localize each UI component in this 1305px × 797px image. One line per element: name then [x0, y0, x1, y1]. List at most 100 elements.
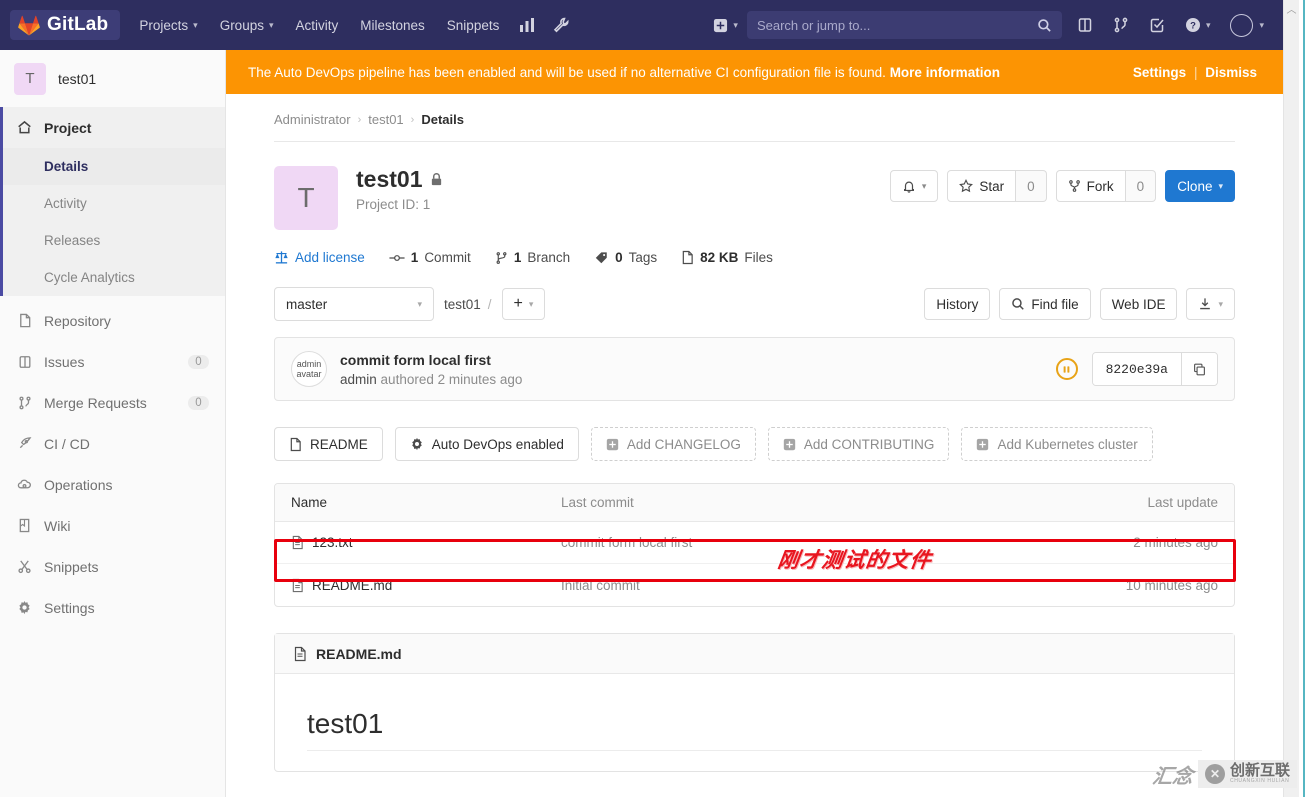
- breadcrumb-owner[interactable]: Administrator: [274, 112, 351, 127]
- table-row[interactable]: README.md Initial commit 10 minutes ago: [275, 564, 1234, 606]
- readme-filename[interactable]: README.md: [316, 646, 402, 662]
- banner-dismiss-link[interactable]: Dismiss: [1205, 65, 1257, 80]
- sidebar-item-settings[interactable]: Settings: [0, 587, 225, 628]
- gitlab-project-page: GitLab Projects ▾ Groups ▾ Activity Mile…: [0, 0, 1305, 797]
- operations-icon: [16, 477, 33, 492]
- file-name-cell: README.md: [291, 578, 561, 593]
- sidebar-item-details[interactable]: Details: [0, 148, 225, 185]
- branch-selector[interactable]: master ▾: [274, 287, 434, 321]
- tags-stat[interactable]: 0 Tags: [594, 250, 657, 265]
- file-last-commit-cell[interactable]: Initial commit: [561, 578, 1126, 593]
- sidebar-issues-label: Issues: [44, 354, 84, 370]
- sidebar-item-snippets[interactable]: Snippets: [0, 546, 225, 587]
- commit-time: authored 2 minutes ago: [381, 372, 523, 387]
- branches-stat[interactable]: 1 Branch: [495, 250, 570, 265]
- sidebar-item-activity[interactable]: Activity: [0, 185, 225, 222]
- sidebar-item-project[interactable]: Project: [0, 107, 225, 148]
- file-list-table: Name Last commit Last update 123.txt: [274, 483, 1235, 607]
- project-sidebar: T test01 Project Details Activity Releas…: [0, 50, 226, 797]
- sidebar-item-ci-cd[interactable]: CI / CD: [0, 423, 225, 464]
- banner-message: The Auto DevOps pipeline has been enable…: [248, 65, 886, 80]
- star-label: Star: [979, 179, 1004, 194]
- wrench-icon[interactable]: [544, 11, 578, 39]
- commits-label: Commit: [424, 250, 471, 265]
- merge-requests-icon[interactable]: [1104, 11, 1138, 39]
- banner-more-information-link[interactable]: More information: [890, 65, 1000, 80]
- scrollbar-up-arrow-icon[interactable]: ︿: [1284, 0, 1299, 16]
- clone-button[interactable]: Clone ▾: [1165, 170, 1235, 202]
- auto-devops-button[interactable]: Auto DevOps enabled: [395, 427, 579, 461]
- project-stats: Add license 1 Commit 1 Branch: [274, 230, 1235, 265]
- add-kubernetes-cluster-button[interactable]: Add Kubernetes cluster: [961, 427, 1152, 461]
- download-dropdown[interactable]: ▾: [1186, 288, 1235, 320]
- sidebar-item-merge-requests[interactable]: Merge Requests 0: [0, 382, 225, 423]
- nav-activity[interactable]: Activity: [285, 12, 350, 39]
- sidebar-item-repository[interactable]: Repository: [0, 300, 225, 341]
- rocket-glyph: [17, 436, 32, 451]
- history-button[interactable]: History: [924, 288, 990, 320]
- file-name-cell: 123.txt: [291, 535, 561, 550]
- new-item-dropdown[interactable]: ▾: [704, 12, 747, 39]
- gitlab-logo[interactable]: GitLab: [10, 10, 120, 40]
- add-file-dropdown[interactable]: + ▾: [502, 288, 546, 320]
- copy-icon[interactable]: [1181, 353, 1217, 385]
- table-row[interactable]: 123.txt commit form local first 2 minute…: [275, 522, 1234, 564]
- commits-stat[interactable]: 1 Commit: [389, 250, 471, 265]
- find-file-button[interactable]: Find file: [999, 288, 1090, 320]
- todos-icon[interactable]: [1140, 11, 1174, 39]
- sidebar-issues-count: 0: [188, 355, 209, 369]
- commit-title[interactable]: commit form local first: [340, 352, 522, 368]
- banner-actions: Settings | Dismiss: [1133, 65, 1257, 80]
- sidebar-operations-label: Operations: [44, 477, 112, 493]
- search-input[interactable]: [757, 18, 1037, 33]
- fork-label: Fork: [1087, 179, 1114, 194]
- commit-author[interactable]: admin: [340, 372, 377, 387]
- issues-icon: [16, 355, 33, 369]
- path-root[interactable]: test01: [444, 297, 481, 312]
- nav-projects[interactable]: Projects ▾: [128, 12, 208, 39]
- user-menu-dropdown[interactable]: ▾: [1221, 8, 1273, 43]
- star-button[interactable]: Star: [947, 170, 1016, 202]
- file-last-update-cell: 2 minutes ago: [1133, 535, 1218, 550]
- sidebar-item-operations[interactable]: Operations: [0, 464, 225, 505]
- commit-sha[interactable]: 8220e39a: [1093, 353, 1181, 385]
- readme-preview-card: README.md test01: [274, 633, 1235, 772]
- project-identity: test01 Project ID: 1: [356, 166, 890, 212]
- nav-milestones[interactable]: Milestones: [349, 12, 436, 39]
- file-last-update-cell: 10 minutes ago: [1126, 578, 1218, 593]
- project-avatar: T: [274, 166, 338, 230]
- search-box[interactable]: [747, 11, 1062, 39]
- file-link-readme[interactable]: README.md: [312, 578, 392, 593]
- nav-snippets[interactable]: Snippets: [436, 12, 511, 39]
- banner-settings-link[interactable]: Settings: [1133, 65, 1186, 80]
- wrench-glyph: [553, 17, 569, 33]
- add-changelog-button[interactable]: Add CHANGELOG: [591, 427, 756, 461]
- web-ide-button[interactable]: Web IDE: [1100, 288, 1178, 320]
- search-icon: [1011, 297, 1025, 311]
- branches-count: 1: [514, 250, 522, 265]
- nav-groups[interactable]: Groups ▾: [209, 12, 285, 39]
- help-dropdown[interactable]: ? ▾: [1176, 11, 1220, 39]
- issues-glyph: [18, 355, 32, 369]
- chevron-down-icon: ▾: [1259, 20, 1264, 31]
- notification-dropdown[interactable]: ▾: [890, 170, 939, 202]
- breadcrumb-project[interactable]: test01: [368, 112, 403, 127]
- main-content: Administrator › test01 › Details T test0…: [226, 94, 1283, 797]
- file-link-123txt[interactable]: 123.txt: [312, 535, 353, 550]
- sidebar-merge-requests-count: 0: [188, 396, 209, 410]
- analytics-icon[interactable]: [510, 11, 544, 39]
- add-license-link[interactable]: Add license: [274, 250, 365, 265]
- sidebar-item-wiki[interactable]: Wiki: [0, 505, 225, 546]
- sidebar-item-issues[interactable]: Issues 0: [0, 341, 225, 382]
- issues-icon[interactable]: [1068, 11, 1102, 39]
- sidebar-project-header[interactable]: T test01: [0, 50, 225, 107]
- page-scrollbar[interactable]: ︿: [1283, 0, 1299, 797]
- readme-button[interactable]: README: [274, 427, 383, 461]
- add-contributing-button[interactable]: Add CONTRIBUTING: [768, 427, 950, 461]
- plus-square-icon: [713, 18, 728, 33]
- fork-button[interactable]: Fork: [1056, 170, 1126, 202]
- pipeline-status-icon[interactable]: [1056, 358, 1078, 380]
- sidebar-item-cycle-analytics[interactable]: Cycle Analytics: [0, 259, 225, 296]
- sidebar-item-releases[interactable]: Releases: [0, 222, 225, 259]
- chevron-down-icon: ▾: [269, 20, 274, 31]
